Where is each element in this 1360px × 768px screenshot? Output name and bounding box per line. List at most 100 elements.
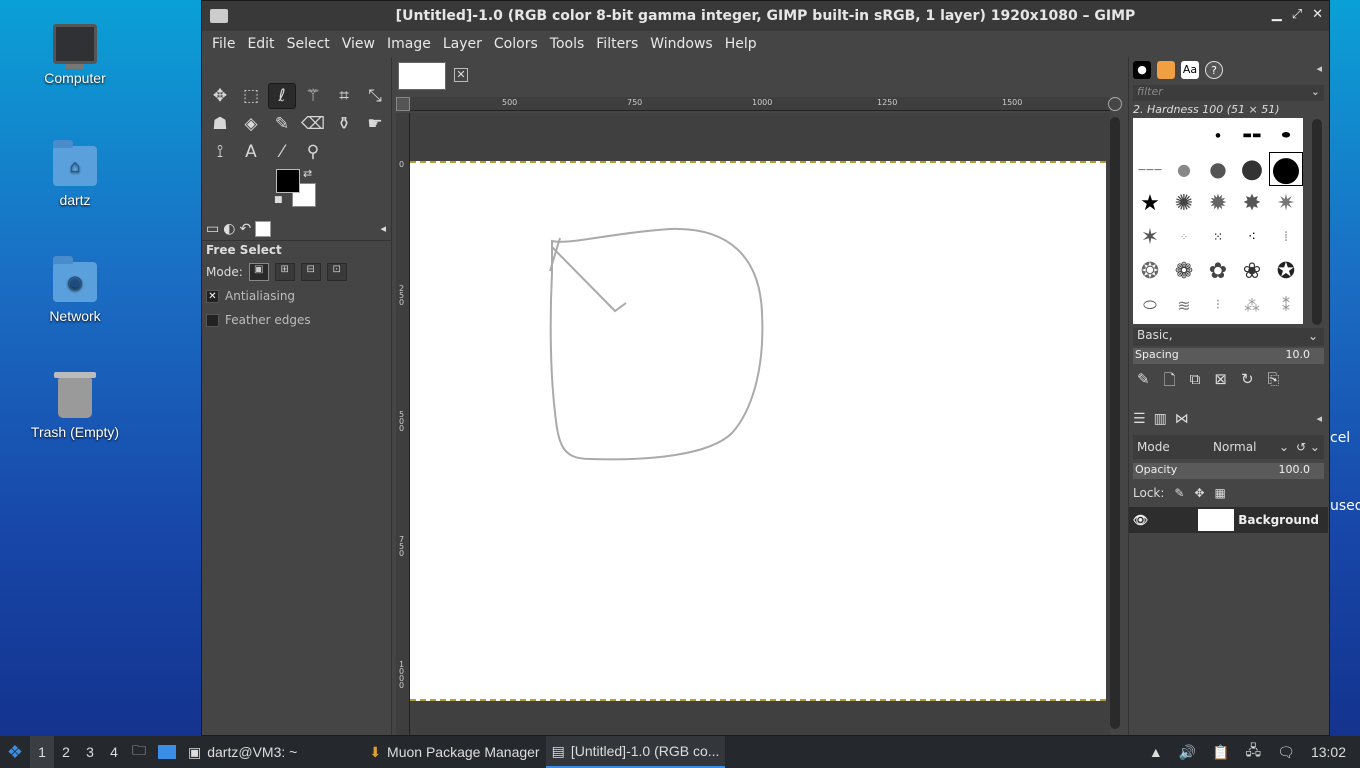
tray-up-icon[interactable]: ▲ (1149, 744, 1163, 760)
brush-item[interactable]: ⬬ (1269, 118, 1303, 152)
brush-item[interactable] (1133, 118, 1167, 152)
brush-item[interactable]: ✷ (1269, 186, 1303, 220)
brush-item[interactable]: ✹ (1201, 186, 1235, 220)
brush-item[interactable]: ● (1201, 118, 1235, 152)
brush-tag-combo[interactable]: Basic, ⌄ (1133, 328, 1324, 346)
brushes-tab-icon[interactable]: ● (1133, 61, 1151, 79)
title-bar[interactable]: [Untitled]-1.0 (RGB color 8-bit gamma in… (202, 1, 1329, 31)
visibility-eye-icon[interactable]: 👁 (1133, 513, 1148, 527)
clock[interactable]: 13:02 (1311, 744, 1346, 760)
brush-item[interactable]: ——— (1133, 152, 1167, 186)
network-icon[interactable]: 🖧 (1246, 740, 1262, 764)
fonts-tab-icon[interactable]: Aa (1181, 61, 1199, 79)
brush-item[interactable]: ❂ (1133, 254, 1167, 288)
bucket-fill-icon[interactable]: ◈ (237, 111, 265, 137)
file-manager-launcher[interactable]: 🗀 (126, 736, 152, 768)
layers-tab-icon[interactable]: ☰ (1133, 411, 1146, 427)
refresh-brushes-icon[interactable]: ↻ (1241, 370, 1254, 395)
brush-item[interactable]: ❁ (1167, 254, 1201, 288)
chevron-down-icon[interactable]: ⌄ (1311, 85, 1320, 98)
desktop-icon-home-folder[interactable]: ⌂ dartz (20, 140, 130, 208)
layer-mode-combo[interactable]: Mode Normal ⌄ ↺ ⌄ (1133, 435, 1324, 459)
desktop-icon-trash[interactable]: Trash (Empty) (20, 372, 130, 440)
crop-icon[interactable]: ⌗ (330, 83, 358, 109)
channels-tab-icon[interactable]: ▥ (1154, 411, 1167, 427)
eraser-icon[interactable]: ⌫ (299, 111, 327, 137)
vertical-scrollbar[interactable] (1110, 117, 1120, 729)
paths-tab-icon[interactable]: ⋈ (1175, 411, 1189, 427)
help-tab-icon[interactable]: ? (1205, 61, 1223, 79)
menu-filters[interactable]: Filters (590, 36, 644, 52)
new-brush-icon[interactable]: 🗋 (1164, 370, 1176, 395)
navigate-icon[interactable] (1108, 97, 1122, 111)
brush-item[interactable]: ✺ (1167, 186, 1201, 220)
desktop-icon-computer[interactable]: Computer (20, 24, 130, 86)
image-tab-thumbnail[interactable] (398, 62, 446, 90)
brush-item[interactable]: ⬭ (1133, 288, 1167, 322)
zoom-icon[interactable]: ⚲ (299, 139, 327, 165)
paintbrush-icon[interactable]: ✎ (268, 111, 296, 137)
open-brush-as-image-icon[interactable]: ⎘ (1268, 370, 1280, 395)
dock-menu-icon[interactable]: ◂ (1316, 62, 1322, 75)
lock-pixels-icon[interactable]: ✎ (1174, 486, 1184, 500)
patterns-tab-icon[interactable] (1157, 61, 1175, 79)
chevron-down-icon[interactable]: ⌄ (1279, 440, 1289, 454)
mode-subtract-button[interactable]: ⊟ (300, 263, 321, 281)
image-canvas[interactable] (410, 161, 1106, 701)
brush-item[interactable]: ⁙ (1201, 220, 1235, 254)
brush-item[interactable]: ⁖ (1235, 220, 1269, 254)
workspace-1[interactable]: 1 (30, 736, 54, 768)
foreground-color[interactable] (276, 169, 300, 193)
warp-icon[interactable]: ☗ (206, 111, 234, 137)
menu-help[interactable]: Help (719, 36, 763, 52)
layer-item-background[interactable]: 👁 Background (1129, 507, 1328, 533)
task-gimp[interactable]: ▤ [Untitled]-1.0 (RGB co... (545, 736, 726, 768)
menu-image[interactable]: Image (381, 36, 437, 52)
opacity-slider[interactable]: Opacity 100.0 (1133, 463, 1324, 479)
brush-item[interactable]: ✸ (1235, 186, 1269, 220)
brush-item[interactable]: ✪ (1269, 254, 1303, 288)
notifications-icon[interactable]: 🗨 (1277, 744, 1295, 761)
rect-select-icon[interactable]: ⬚ (237, 83, 265, 109)
tool-options-tab-icon[interactable]: ▭ (206, 221, 219, 237)
canvas-viewport[interactable] (410, 113, 1110, 735)
menu-layer[interactable]: Layer (437, 36, 488, 52)
workspace-2[interactable]: 2 (54, 744, 78, 760)
mode-intersect-button[interactable]: ⊡ (326, 263, 347, 281)
dock-menu-icon[interactable]: ◂ (1316, 412, 1322, 425)
menu-view[interactable]: View (336, 36, 381, 52)
delete-brush-icon[interactable]: ⊠ (1214, 370, 1227, 395)
brush-item[interactable]: ≋ (1167, 288, 1201, 322)
task-terminal[interactable]: ▣ dartz@VM3: ~ (182, 736, 303, 768)
workspace-4[interactable]: 4 (102, 744, 126, 760)
minimize-icon[interactable]: ▁ (1272, 7, 1282, 22)
blend-space-icon[interactable]: ↺ ⌄ (1296, 440, 1320, 454)
brush-scrollbar[interactable] (1312, 119, 1322, 325)
chevron-down-icon[interactable]: ⌄ (1308, 329, 1318, 343)
maximize-icon[interactable]: ⤢ (1292, 7, 1302, 22)
brush-item[interactable]: ⁘ (1167, 220, 1201, 254)
duplicate-brush-icon[interactable]: ⧉ (1190, 370, 1201, 395)
menu-file[interactable]: File (206, 36, 241, 52)
brush-item[interactable]: ● (1167, 152, 1201, 186)
menu-tools[interactable]: Tools (544, 36, 591, 52)
brush-item[interactable]: ⁑ (1269, 288, 1303, 322)
brush-item[interactable]: ✿ (1201, 254, 1235, 288)
mode-add-button[interactable]: ⊞ (274, 263, 295, 281)
lock-alpha-icon[interactable]: ▦ (1215, 486, 1226, 500)
lock-position-icon[interactable]: ✥ (1194, 486, 1204, 500)
antialiasing-option[interactable]: ✕ Antialiasing (206, 285, 388, 307)
fuzzy-select-icon[interactable]: ⚚ (299, 83, 327, 109)
brush-item[interactable]: ⁂ (1235, 288, 1269, 322)
brush-filter-input[interactable]: filter ⌄ (1133, 85, 1324, 101)
close-icon[interactable]: ✕ (1312, 7, 1323, 22)
antialiasing-checkbox[interactable]: ✕ (206, 289, 219, 303)
menu-colors[interactable]: Colors (488, 36, 544, 52)
dock-menu-icon[interactable]: ◂ (380, 222, 386, 235)
feather-checkbox[interactable] (206, 313, 219, 327)
desktop-launcher[interactable] (152, 736, 182, 768)
desktop-icon-network[interactable]: ◉ Network (20, 256, 130, 324)
brush-item[interactable]: ★ (1133, 186, 1167, 220)
color-picker-icon[interactable]: ⁄ (268, 139, 296, 165)
brush-item[interactable]: ● (1235, 152, 1269, 186)
